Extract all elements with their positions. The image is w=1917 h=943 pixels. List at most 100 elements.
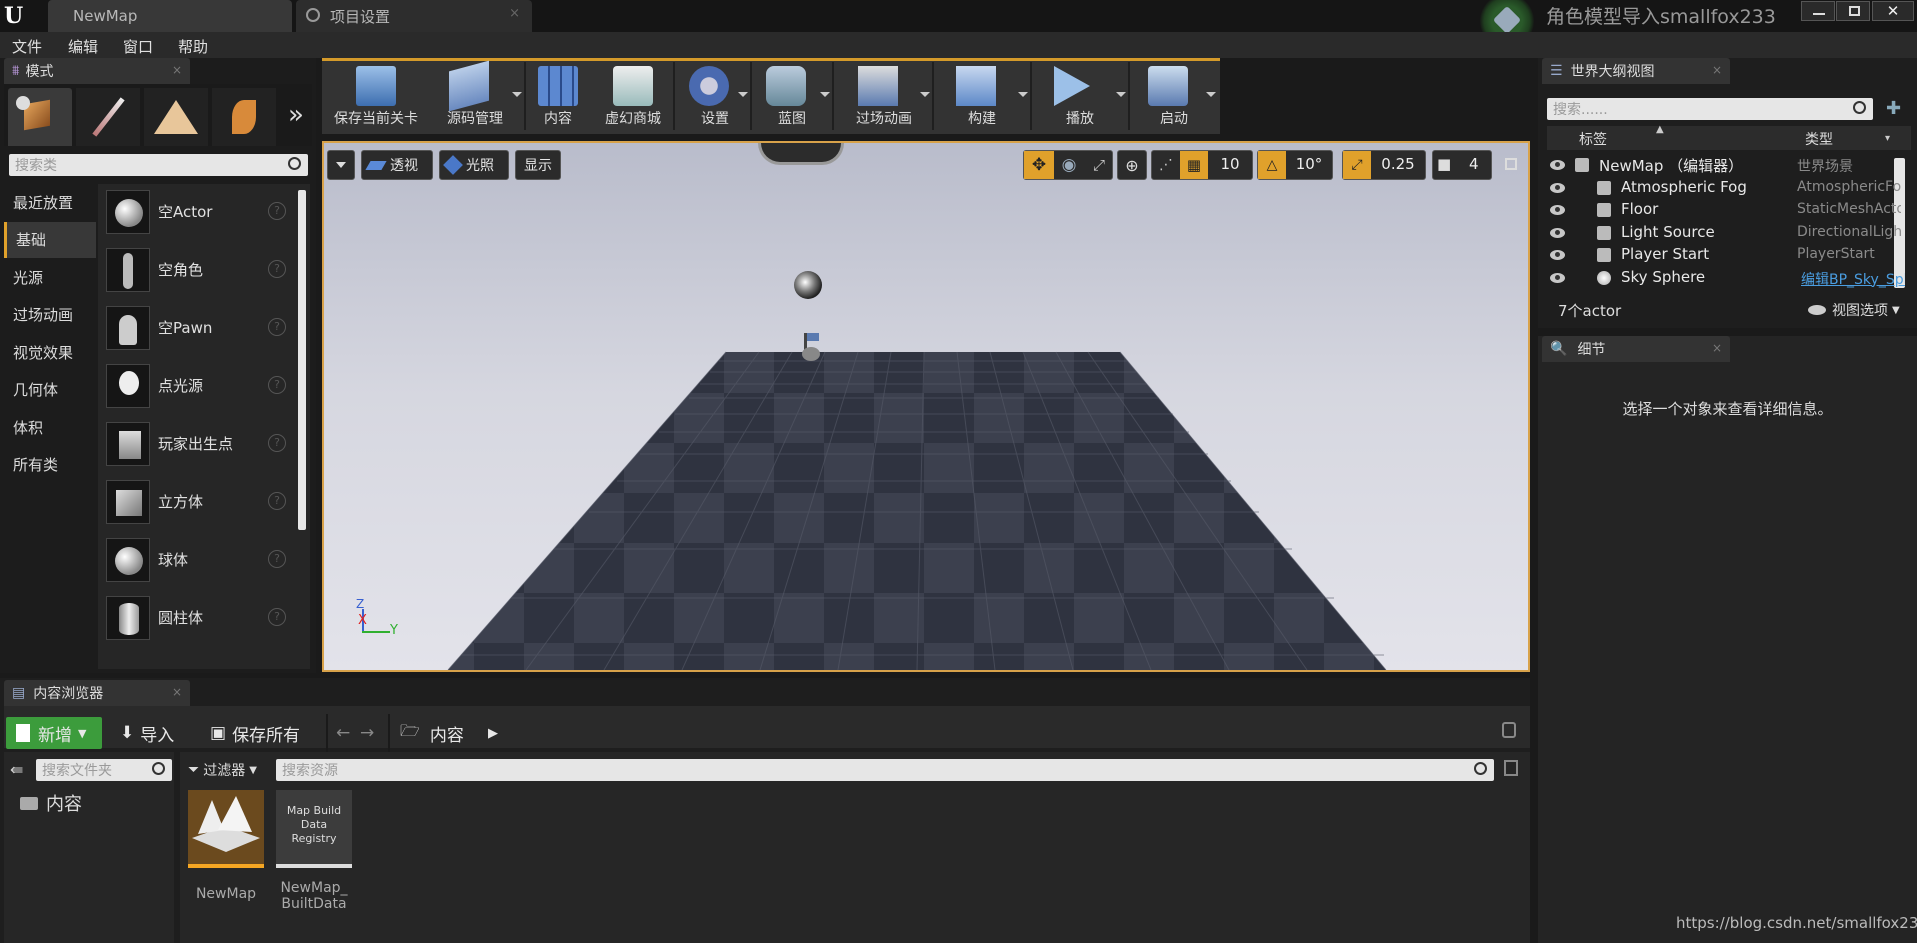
maximize-button[interactable] <box>1836 1 1870 21</box>
maximize-viewport-icon[interactable] <box>1505 158 1517 170</box>
place-mode-button[interactable] <box>8 88 72 146</box>
path-expand-button[interactable]: ▶ <box>488 717 498 749</box>
view-options-button[interactable]: 视图选项 ▼ <box>1808 300 1900 320</box>
unreal-logo-icon[interactable]: U <box>4 3 32 29</box>
scale-icon[interactable]: ⤢ <box>1084 151 1114 179</box>
add-filter-icon[interactable]: ✚ <box>1886 98 1910 120</box>
scale-snap-icon[interactable]: ⤢ <box>1343 151 1371 179</box>
outliner-tab[interactable]: ☰ 世界大纲视图 × <box>1542 58 1730 84</box>
source-toolbar-button[interactable]: 源码管理 <box>426 58 526 134</box>
category-4[interactable]: 视觉效果 <box>4 334 96 370</box>
category-5[interactable]: 几何体 <box>4 372 96 408</box>
close-tab-icon[interactable]: × <box>1712 63 1722 77</box>
sky-sphere-gizmo[interactable] <box>758 143 844 165</box>
category-6[interactable]: 体积 <box>4 409 96 445</box>
help-icon[interactable]: ? <box>268 202 286 220</box>
back-button[interactable]: ← <box>336 717 350 749</box>
perspective-button[interactable]: 透视 <box>361 150 433 180</box>
asset-builtdata-thumb[interactable]: Map Build Data Registry <box>276 790 352 868</box>
close-tab-icon[interactable]: × <box>172 63 182 77</box>
close-window-button[interactable]: ✕ <box>1872 1 1914 21</box>
filters-button[interactable]: ⏷ 过滤器 ▼ <box>188 760 257 780</box>
world-local-toggle[interactable]: ⊕ <box>1117 150 1147 180</box>
help-icon[interactable]: ? <box>268 492 286 510</box>
column-label[interactable]: 标签 <box>1579 129 1607 149</box>
eye-icon[interactable] <box>1550 182 1565 193</box>
place-item[interactable]: 立方体? <box>104 474 290 530</box>
rotation-snap-icon[interactable]: △ <box>1258 151 1286 179</box>
menu-file[interactable]: 文件 <box>12 36 42 57</box>
help-icon[interactable]: ? <box>268 608 286 626</box>
player-start-icon[interactable] <box>800 333 824 363</box>
tab-newmap[interactable]: NewMap <box>48 0 292 32</box>
tab-project-settings[interactable]: 项目设置 × <box>296 0 532 32</box>
eye-icon[interactable] <box>1550 205 1565 215</box>
play-toolbar-button[interactable]: 播放 <box>1032 58 1130 134</box>
eye-icon[interactable] <box>1550 272 1565 283</box>
place-item[interactable]: 空Actor? <box>104 184 290 240</box>
forward-button[interactable]: → <box>360 717 374 749</box>
minimize-button[interactable] <box>1801 1 1835 21</box>
settings-toolbar-button[interactable]: 设置 <box>680 58 752 134</box>
rotate-icon[interactable]: ◉ <box>1054 151 1084 179</box>
column-options-icon[interactable]: ▾ <box>1885 133 1890 144</box>
place-item[interactable]: 圆柱体? <box>104 590 290 646</box>
details-tab[interactable]: 🔍 细节 × <box>1542 336 1730 362</box>
modes-tab[interactable]: ⩩ 模式 × <box>4 58 190 84</box>
help-icon[interactable]: ? <box>268 434 286 452</box>
chevron-down-icon[interactable] <box>820 92 830 97</box>
chevron-down-icon[interactable] <box>1018 92 1028 97</box>
outliner-row[interactable]: Floor StaticMeshActor <box>1547 199 1903 222</box>
chevron-down-icon[interactable] <box>920 92 930 97</box>
show-button[interactable]: 显示 <box>515 150 561 180</box>
import-button[interactable]: ⬇ 导入 <box>120 717 174 749</box>
landscape-mode-button[interactable] <box>144 88 208 146</box>
place-item[interactable]: 球体? <box>104 532 290 588</box>
lighting-mode-button[interactable]: 光照 <box>439 150 509 180</box>
folder-search-input[interactable]: 搜索文件夹 <box>36 759 172 781</box>
class-search-input[interactable]: 搜索类 <box>9 154 308 176</box>
more-modes-icon[interactable]: » <box>288 102 304 128</box>
place-item[interactable]: 玩家出生点? <box>104 416 290 472</box>
folder-content[interactable]: 内容 <box>20 790 82 816</box>
rotation-snap-value[interactable]: 10° <box>1286 155 1332 173</box>
launch-toolbar-button[interactable]: 启动 <box>1130 58 1218 134</box>
outliner-row[interactable]: NewMap （编辑器） 世界场景 <box>1547 154 1903 177</box>
content-browser-tab[interactable]: ▤ 内容浏览器 × <box>4 680 190 706</box>
add-new-button[interactable]: 新增 ▼ <box>6 717 102 749</box>
place-item[interactable]: 点光源? <box>104 358 290 414</box>
grid-snap-icon[interactable]: ▦ <box>1180 151 1208 179</box>
foliage-mode-button[interactable] <box>212 88 276 146</box>
chevron-down-icon[interactable] <box>1116 92 1126 97</box>
outliner-row[interactable]: Atmospheric Fog AtmosphericFog <box>1547 177 1903 200</box>
surface-snap-icon[interactable]: ⋰ <box>1152 151 1180 179</box>
menu-help[interactable]: 帮助 <box>178 36 208 57</box>
asset-newmap-thumb[interactable] <box>188 790 264 868</box>
close-tab-icon[interactable]: × <box>172 685 182 699</box>
class-list-scrollbar[interactable] <box>298 190 306 530</box>
category-3[interactable]: 过场动画 <box>4 297 96 333</box>
outliner-search-input[interactable]: 搜索...... <box>1547 98 1873 120</box>
help-icon[interactable]: ? <box>268 376 286 394</box>
category-1[interactable]: 基础 <box>4 221 96 258</box>
help-icon[interactable]: ? <box>268 260 286 278</box>
close-tab-icon[interactable]: × <box>1712 341 1722 355</box>
outliner-row[interactable]: Player Start PlayerStart <box>1547 244 1903 267</box>
close-tab-icon[interactable]: × <box>509 6 520 21</box>
menu-edit[interactable]: 编辑 <box>68 36 98 57</box>
scale-snap-value[interactable]: 0.25 <box>1371 155 1425 173</box>
lock-icon[interactable] <box>1502 722 1516 738</box>
save-all-button[interactable]: ▣ 保存所有 <box>210 717 300 749</box>
viewport-options-button[interactable] <box>327 150 355 180</box>
blueprint-toolbar-button[interactable]: 蓝图 <box>752 58 834 134</box>
category-7[interactable]: 所有类 <box>4 447 96 483</box>
help-icon[interactable]: ? <box>268 318 286 336</box>
help-icon[interactable]: ? <box>268 550 286 568</box>
actor-type[interactable]: 编辑BP_Sky_Sphere <box>1801 269 1905 289</box>
place-item[interactable]: 空Pawn? <box>104 300 290 356</box>
build-toolbar-button[interactable]: 构建 <box>934 58 1032 134</box>
eye-icon[interactable] <box>1550 250 1565 260</box>
outliner-row[interactable]: Light Source DirectionalLight <box>1547 222 1903 245</box>
chevron-down-icon[interactable] <box>738 92 748 97</box>
outliner-row[interactable]: Sky Sphere 编辑BP_Sky_Sphere <box>1547 267 1905 290</box>
